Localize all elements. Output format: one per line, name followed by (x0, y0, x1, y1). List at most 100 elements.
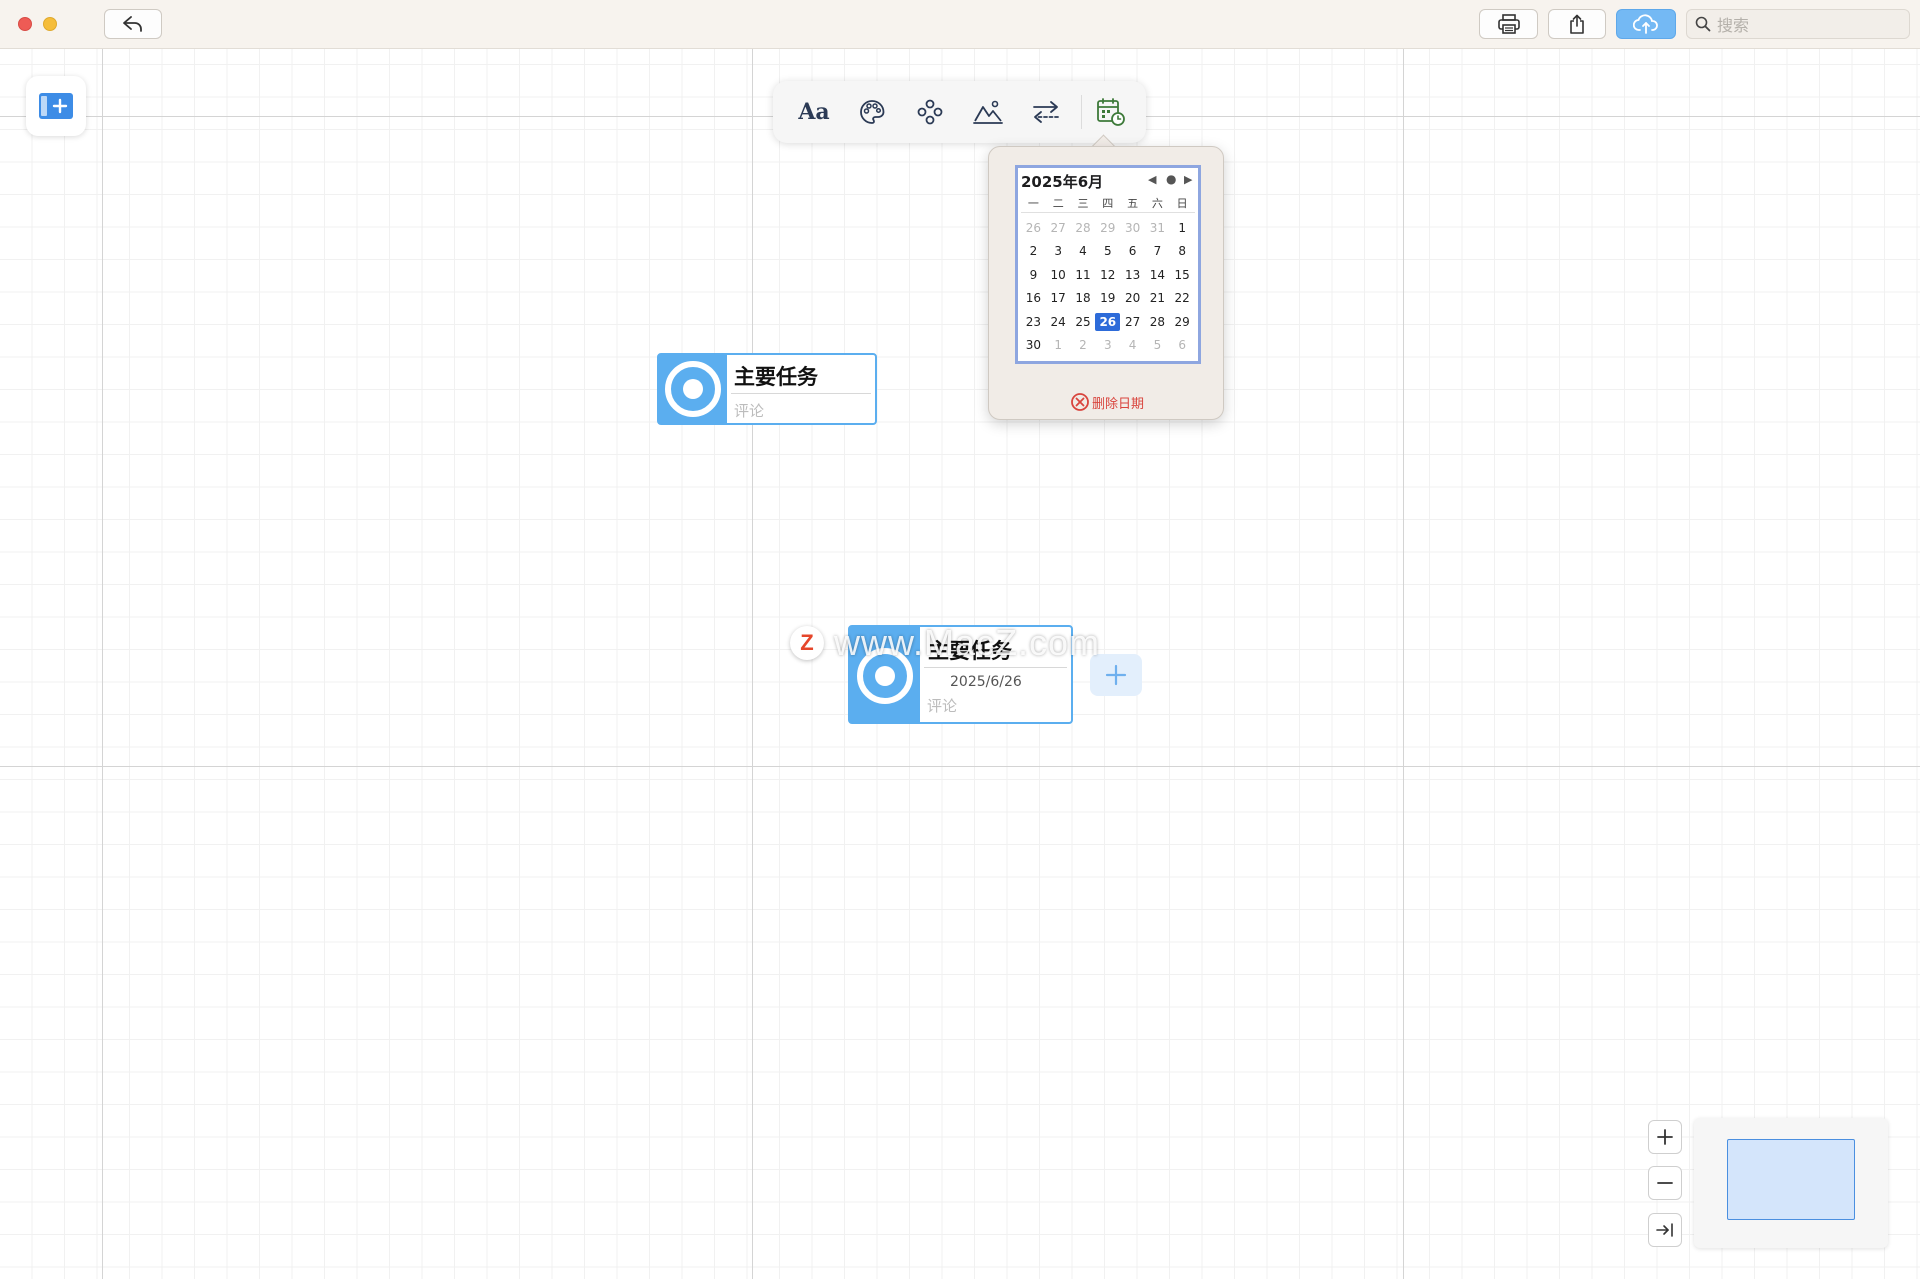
topic-node[interactable]: 主要任务 评论 (657, 353, 877, 425)
watermark-logo: Z (790, 626, 824, 660)
calendar-day[interactable]: 1 (1170, 219, 1195, 237)
calendar-day[interactable]: 18 (1071, 289, 1096, 307)
page-guide-line (102, 49, 103, 1279)
calendar-day[interactable]: 8 (1170, 242, 1195, 260)
calendar-day[interactable]: 21 (1145, 289, 1170, 307)
weekday-label: 日 (1176, 196, 1188, 210)
calendar-day[interactable]: 31 (1145, 219, 1170, 237)
calendar-day[interactable]: 3 (1095, 336, 1120, 354)
calendar-day[interactable]: 12 (1095, 266, 1120, 284)
calendar-header: 2025年6月 ◀ ● ▶ (1021, 171, 1195, 191)
calendar-day[interactable]: 1 (1046, 336, 1071, 354)
calendar-week-row: 9 10 11 12 13 14 15 (1021, 263, 1195, 287)
calendar-day[interactable]: 30 (1120, 219, 1145, 237)
calendar-day[interactable]: 6 (1120, 242, 1145, 260)
next-month-icon[interactable]: ▶ (1184, 173, 1192, 186)
weekday-row: 一二三四五六日 (1021, 195, 1195, 213)
image-button[interactable] (968, 92, 1008, 132)
today-dot-icon[interactable]: ● (1166, 172, 1176, 186)
cloud-upload-icon (1633, 14, 1658, 34)
add-sheet-button[interactable] (26, 76, 86, 136)
topic-marker (659, 355, 727, 423)
date-button[interactable] (1091, 92, 1131, 132)
search-field[interactable]: 搜索 (1686, 9, 1910, 39)
back-button[interactable] (104, 9, 162, 39)
calendar-day[interactable]: 9 (1021, 266, 1046, 284)
fit-to-screen-button[interactable] (1648, 1213, 1682, 1247)
calendar-day[interactable]: 14 (1145, 266, 1170, 284)
structure-icon (917, 99, 943, 125)
topic-comment[interactable]: 评论 (927, 695, 957, 716)
calendar-day[interactable]: 4 (1120, 336, 1145, 354)
calendar-day[interactable]: 20 (1120, 289, 1145, 307)
calendar-day[interactable]: 25 (1071, 313, 1096, 331)
calendar-day[interactable]: 3 (1046, 242, 1071, 260)
calendar-grid: 一二三四五六日 26 27 28 29 30 31 1 2 3 4 5 6 7 8 9 10 11 12 13 14 15… (1021, 195, 1195, 357)
calendar: 2025年6月 ◀ ● ▶ 一二三四五六日 26 27 28 29 30 31 1 2 3 4 5 6 7… (1015, 165, 1201, 364)
minimap-viewport[interactable] (1727, 1139, 1855, 1220)
calendar-day[interactable]: 28 (1071, 219, 1096, 237)
watermark: Z www.MacZ.com (790, 620, 1100, 666)
calendar-day[interactable]: 29 (1095, 219, 1120, 237)
calendar-day[interactable]: 11 (1071, 266, 1096, 284)
relationship-button[interactable] (1026, 92, 1066, 132)
minimize-window-button[interactable] (43, 17, 57, 31)
topic-title[interactable]: 主要任务 (734, 361, 818, 391)
calendar-week-row: 30 1 2 3 4 5 6 (1021, 334, 1195, 358)
calendar-day[interactable]: 2 (1021, 242, 1046, 260)
title-bar: 搜索 (0, 0, 1920, 49)
calendar-day[interactable]: 4 (1071, 242, 1096, 260)
printer-icon (1497, 14, 1520, 34)
calendar-day[interactable]: 26 (1021, 219, 1046, 237)
calendar-day-selected[interactable]: 26 (1095, 312, 1121, 331)
font-icon: Aa (798, 99, 830, 125)
cloud-sync-button[interactable] (1616, 9, 1676, 39)
weekday-label: 三 (1077, 196, 1089, 210)
calendar-day[interactable]: 28 (1145, 313, 1170, 331)
calendar-day[interactable]: 23 (1021, 313, 1046, 331)
calendar-day[interactable]: 15 (1170, 266, 1195, 284)
calendar-day[interactable]: 5 (1145, 336, 1170, 354)
calendar-day[interactable]: 17 (1046, 289, 1071, 307)
calendar-day[interactable]: 27 (1120, 313, 1145, 331)
calendar-day[interactable]: 29 (1170, 313, 1195, 331)
format-toolbar: Aa (773, 81, 1146, 143)
calendar-day[interactable]: 24 (1046, 313, 1071, 331)
zoom-in-button[interactable] (1648, 1120, 1682, 1154)
image-icon (973, 100, 1003, 124)
print-button[interactable] (1479, 9, 1538, 39)
calendar-icon (1097, 98, 1125, 126)
search-icon (1695, 16, 1711, 32)
calendar-day[interactable]: 13 (1120, 266, 1145, 284)
share-button[interactable] (1548, 9, 1606, 39)
plus-icon (1105, 664, 1127, 686)
font-button[interactable]: Aa (794, 92, 834, 132)
remove-circle-icon (1071, 393, 1089, 411)
color-button[interactable] (852, 92, 892, 132)
calendar-week-row: 16 17 18 19 20 21 22 (1021, 287, 1195, 311)
target-icon-center (875, 666, 895, 686)
calendar-day[interactable]: 7 (1145, 242, 1170, 260)
zoom-out-button[interactable] (1648, 1166, 1682, 1200)
delete-date-button[interactable]: 删除日期 (989, 392, 1225, 412)
calendar-day[interactable]: 5 (1095, 242, 1120, 260)
calendar-day[interactable]: 16 (1021, 289, 1046, 307)
topic-comment[interactable]: 评论 (734, 400, 764, 421)
minimap[interactable] (1694, 1118, 1888, 1248)
calendar-day[interactable]: 22 (1170, 289, 1195, 307)
page-guide-line (1403, 49, 1404, 1279)
delete-date-label: 删除日期 (1091, 396, 1144, 412)
structure-button[interactable] (910, 92, 950, 132)
calendar-day[interactable]: 6 (1170, 336, 1195, 354)
calendar-day[interactable]: 10 (1046, 266, 1071, 284)
topic-date[interactable]: 2025/6/26 (950, 674, 1022, 690)
calendar-day[interactable]: 27 (1046, 219, 1071, 237)
calendar-day[interactable]: 30 (1021, 336, 1046, 354)
calendar-day[interactable]: 19 (1095, 289, 1120, 307)
close-window-button[interactable] (18, 17, 32, 31)
prev-month-icon[interactable]: ◀ (1148, 173, 1156, 186)
calendar-week-row: 2345678 (1021, 240, 1195, 264)
reply-icon (123, 16, 142, 32)
search-placeholder: 搜索 (1717, 16, 1750, 35)
calendar-day[interactable]: 2 (1071, 336, 1096, 354)
